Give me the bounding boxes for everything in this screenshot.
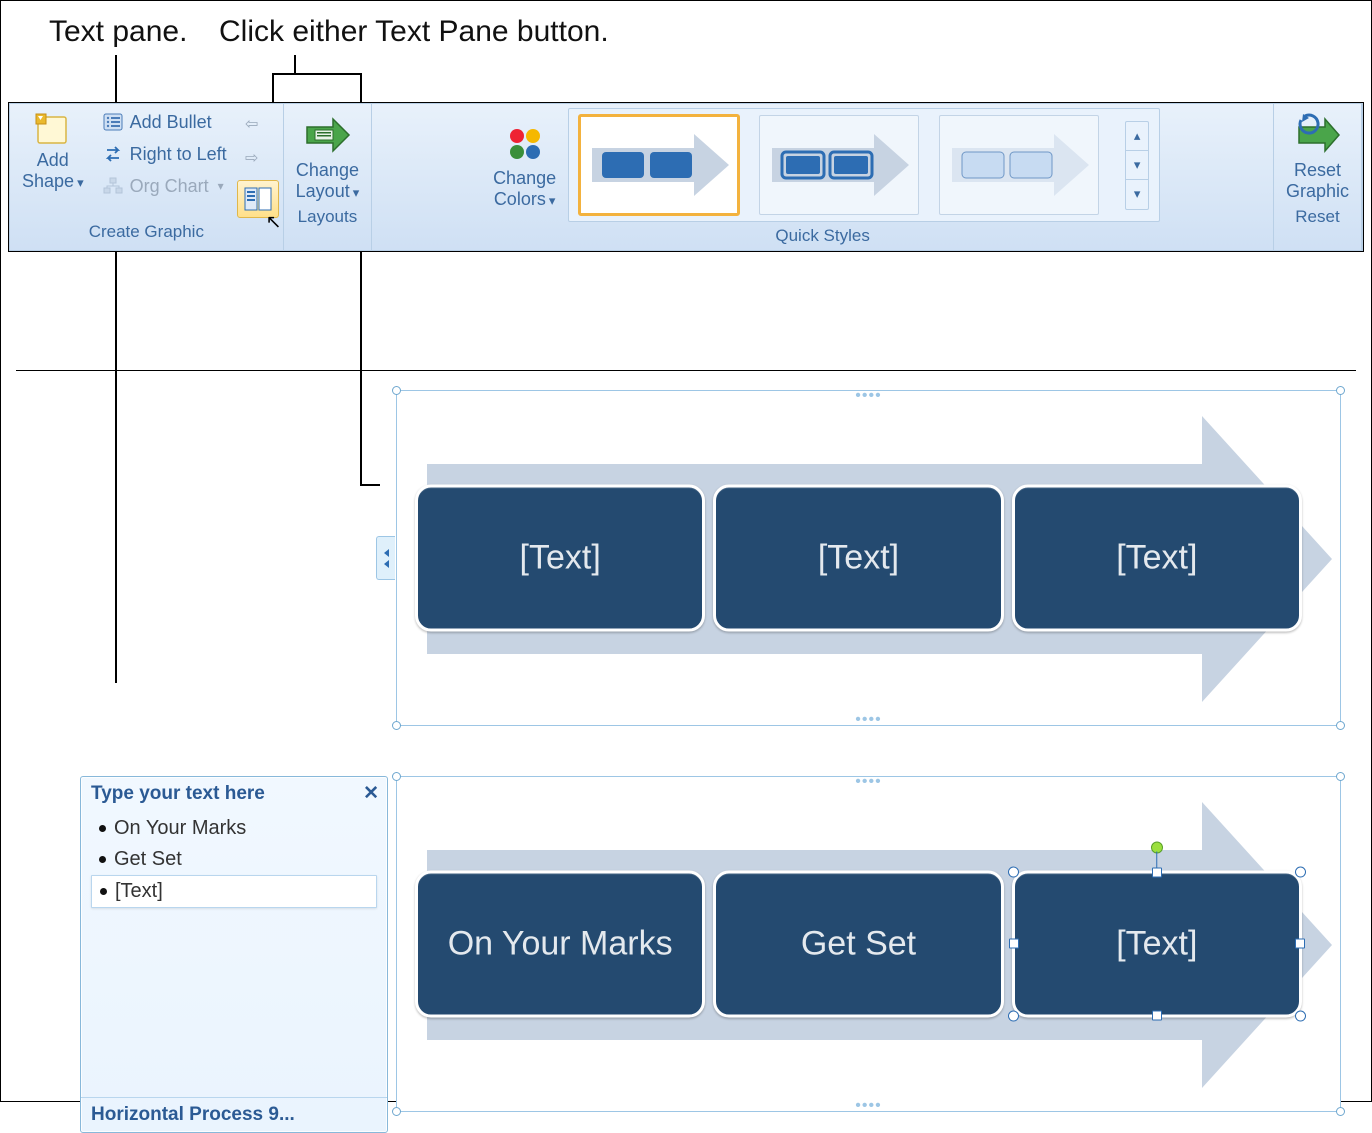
list-item-label: Get Set [114, 848, 182, 871]
gallery-down-icon[interactable]: ▾ [1126, 151, 1148, 180]
style-thumb-3[interactable] [939, 115, 1099, 215]
process-box[interactable]: [Text] [713, 485, 1003, 632]
change-layout-label: ChangeLayout [296, 160, 359, 201]
right-to-left-button[interactable]: Right to Left [96, 140, 233, 168]
process-box[interactable]: [Text] [415, 485, 705, 632]
bullet-icon [99, 856, 106, 863]
text-pane-title: Type your text here [91, 783, 265, 805]
add-shape-icon [35, 112, 71, 148]
change-layout-icon [303, 112, 351, 158]
promote-icon: ⇦ [237, 110, 267, 138]
callout-text-pane: Text pane. [49, 15, 187, 49]
resize-handle[interactable] [1295, 939, 1305, 949]
reset-graphic-button[interactable]: ResetGraphic [1278, 108, 1357, 203]
add-bullet-button[interactable]: Add Bullet [96, 108, 233, 136]
text-pane-button[interactable]: ↖ [237, 180, 279, 218]
org-chart-button: Org Chart ▾ [96, 172, 233, 200]
add-shape-button[interactable]: AddShape▾ [14, 108, 92, 193]
list-item[interactable]: Get Set [91, 844, 377, 875]
change-colors-button[interactable]: ChangeColors▾ [485, 118, 564, 211]
group-label-create-graphic: Create Graphic [14, 218, 279, 244]
process-box-text: Get Set [801, 924, 916, 963]
ribbon: AddShape▾ Add Bullet Right to Left Org C… [9, 103, 1363, 251]
resize-handle[interactable] [1295, 1010, 1306, 1021]
cursor-icon: ↖ [266, 211, 282, 234]
callout-line [272, 73, 362, 75]
text-pane-icon [244, 186, 272, 212]
canvas: •••• •••• [Text] [Text] [Text] Type your… [16, 370, 1356, 371]
process-box-selected[interactable]: [Text] [1012, 871, 1302, 1018]
right-to-left-label: Right to Left [130, 144, 227, 165]
process-box-text: On Your Marks [448, 924, 673, 963]
org-chart-label: Org Chart [130, 176, 209, 197]
text-pane-expand-button[interactable] [376, 536, 395, 580]
resize-handle[interactable] [1009, 939, 1019, 949]
resize-handle[interactable] [1008, 1010, 1019, 1021]
list-item-label: On Your Marks [114, 817, 246, 840]
text-pane-footer: Horizontal Process 9... [81, 1097, 387, 1132]
list-item[interactable]: On Your Marks [91, 813, 377, 844]
resize-handle[interactable] [1008, 867, 1019, 878]
list-item-label: [Text] [115, 880, 163, 903]
style-thumb-2[interactable] [759, 115, 919, 215]
group-label-quick-styles: Quick Styles [376, 222, 1269, 248]
process-box-text: [Text] [818, 538, 899, 577]
resize-handle[interactable] [1295, 867, 1306, 878]
rotate-line [1156, 852, 1158, 868]
change-colors-label: ChangeColors [493, 168, 556, 209]
reset-label: ResetGraphic [1286, 160, 1349, 201]
reset-icon [1293, 112, 1341, 158]
bullet-icon [100, 888, 107, 895]
group-label-reset: Reset [1278, 203, 1357, 229]
list-item[interactable]: [Text] [91, 875, 377, 908]
group-label-layouts: Layouts [288, 203, 368, 229]
add-shape-label: AddShape [22, 150, 74, 191]
gallery-up-icon[interactable]: ▴ [1126, 122, 1148, 151]
demote-icon: ⇨ [237, 144, 267, 172]
smartart-graphic-1[interactable]: •••• •••• [Text] [Text] [Text] [396, 390, 1341, 726]
callout-line [294, 55, 296, 73]
bullet-icon [99, 825, 106, 832]
smartart-graphic-2[interactable]: •••• •••• On Your Marks Get Set [Text] [396, 776, 1341, 1112]
right-to-left-icon [102, 144, 124, 164]
add-bullet-icon [102, 112, 124, 132]
process-box[interactable]: Get Set [713, 871, 1003, 1018]
process-box-text: [Text] [1116, 924, 1197, 963]
add-bullet-label: Add Bullet [130, 112, 212, 133]
text-pane[interactable]: Type your text here ✕ On Your Marks Get … [80, 776, 388, 1133]
style-thumb-1[interactable] [579, 115, 739, 215]
org-chart-icon [102, 176, 124, 196]
callout-click-either: Click either Text Pane button. [219, 15, 609, 49]
callout-line [360, 484, 380, 486]
change-layout-button[interactable]: ChangeLayout▾ [288, 108, 368, 203]
change-colors-icon [503, 122, 547, 166]
process-box[interactable]: On Your Marks [415, 871, 705, 1018]
gallery-more-icon[interactable]: ▾ [1126, 180, 1148, 209]
close-icon[interactable]: ✕ [363, 782, 379, 805]
process-box-text: [Text] [1116, 538, 1197, 577]
resize-handle[interactable] [1152, 868, 1162, 878]
process-box[interactable]: [Text] [1012, 485, 1302, 632]
process-box-text: [Text] [520, 538, 601, 577]
resize-handle[interactable] [1152, 1010, 1162, 1020]
quick-style-gallery: ▴ ▾ ▾ [568, 108, 1160, 222]
